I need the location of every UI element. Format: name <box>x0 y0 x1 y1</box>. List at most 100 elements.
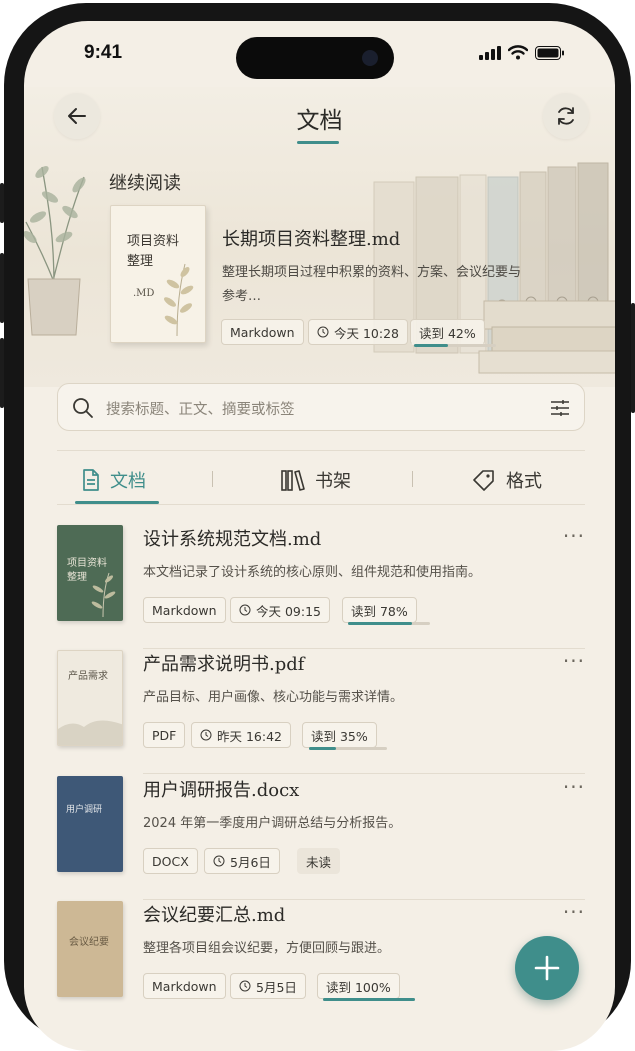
row-divider <box>143 899 585 900</box>
continue-reading-description: 整理长期项目过程中积累的资料、方案、会议纪要与参考… <box>222 265 522 304</box>
tag-icon <box>473 470 494 491</box>
format-chip: DOCX <box>143 848 198 874</box>
tab-label: 格式 <box>506 471 542 492</box>
clock-icon <box>239 604 251 616</box>
status-label: 读到 100% <box>326 979 391 995</box>
format-chip: PDF <box>143 722 186 748</box>
tab-separator <box>412 471 413 487</box>
document-description: 2024 年第一季度用户调研总结与分析报告。 <box>143 816 402 831</box>
progress-fill <box>348 622 412 625</box>
add-document-button[interactable] <box>515 936 579 1000</box>
format-label: Markdown <box>152 602 217 618</box>
progress-chip: 读到 78% <box>342 597 417 623</box>
plus-icon <box>534 955 560 981</box>
more-options-button[interactable]: ··· <box>563 902 585 922</box>
list-item[interactable]: 项目资料 整理 设计系统规范文档.md 本文档记录了设计系统的核心原则、组件规范… <box>57 525 585 649</box>
status-label: 读到 35% <box>311 728 368 744</box>
power-button <box>631 303 635 413</box>
thumbnail-text: 用户调研 <box>66 805 103 815</box>
time-label: 昨天 16:42 <box>217 728 282 744</box>
camera-icon <box>362 50 378 66</box>
dynamic-island <box>236 37 394 79</box>
time-label: 5月6日 <box>230 854 271 870</box>
clock-icon <box>317 326 329 338</box>
tab-label: 书架 <box>315 471 351 492</box>
time-chip: 5月6日 <box>204 848 280 874</box>
title-underline <box>297 141 339 144</box>
continue-reading-title: 继续阅读 <box>109 173 181 194</box>
status-icons <box>479 45 565 60</box>
bookshelf-icon <box>281 470 305 491</box>
tab-formats[interactable]: 格式 <box>472 465 542 495</box>
progress-chip: 读到 42% <box>410 319 485 345</box>
leaf-illustration <box>164 263 194 337</box>
list-item[interactable]: 产品需求 产品需求说明书.pdf 产品目标、用户画像、核心功能与需求详情。 ··… <box>57 650 585 774</box>
status-time: 9:41 <box>84 42 123 63</box>
search-input[interactable]: 搜索标题、正文、摘要或标签 <box>57 383 585 431</box>
format-chip: Markdown <box>143 973 226 999</box>
list-item[interactable]: 用户调研 用户调研报告.docx 2024 年第一季度用户调研总结与分析报告。 … <box>57 776 585 900</box>
clock-icon <box>200 729 212 741</box>
continue-progress-fill <box>414 344 449 347</box>
divider <box>57 504 585 505</box>
status-label: 读到 78% <box>351 603 408 619</box>
document-description: 本文档记录了设计系统的核心原则、组件规范和使用指南。 <box>143 565 482 580</box>
format-chip: Markdown <box>143 597 226 623</box>
continue-reading-doc-title[interactable]: 长期项目资料整理.md <box>222 225 400 251</box>
progress-bar <box>348 622 430 625</box>
document-title: 会议纪要汇总.md <box>143 905 286 926</box>
tab-bookshelf[interactable]: 书架 <box>281 465 351 495</box>
phone-frame: 9:41 文档 继续阅读 项目资料整理 .MD 长期项目资料整理.md 整理长期… <box>0 3 635 1051</box>
document-thumbnail: 项目资料 整理 <box>57 525 123 621</box>
tab-label: 文档 <box>110 471 146 492</box>
time-label: 今天 09:15 <box>256 603 321 619</box>
time-chip: 今天 10:28 <box>308 319 408 345</box>
clock-icon <box>239 980 251 992</box>
document-title: 用户调研报告.docx <box>143 780 300 801</box>
more-options-button[interactable]: ··· <box>563 526 585 546</box>
document-thumbnail: 用户调研 <box>57 776 123 872</box>
status-bar: 9:41 <box>24 21 615 87</box>
continue-reading-cover[interactable]: 项目资料整理 .MD <box>110 205 206 343</box>
progress-bar <box>309 747 387 750</box>
divider <box>57 450 585 451</box>
format-label: DOCX <box>152 853 189 869</box>
list-item[interactable]: 会议纪要 会议纪要汇总.md 整理各项目组会议纪要，方便回顾与跟进。 ··· M… <box>57 901 585 1025</box>
tab-documents[interactable]: 文档 <box>82 465 146 495</box>
mute-switch <box>0 183 4 223</box>
leaf-illustration <box>91 572 116 618</box>
progress-chip: 读到 35% <box>302 722 377 748</box>
filter-icon[interactable] <box>550 399 570 417</box>
thumbnail-text: 会议纪要 <box>69 937 109 948</box>
document-thumbnail: 会议纪要 <box>57 901 123 997</box>
row-divider <box>143 648 585 649</box>
clock-icon <box>213 855 225 867</box>
volume-up-button <box>0 253 4 323</box>
progress-label: 读到 42% <box>419 325 476 341</box>
document-description: 整理各项目组会议纪要，方便回顾与跟进。 <box>143 941 391 956</box>
progress-bar <box>323 998 415 1001</box>
time-chip: 5月5日 <box>230 973 306 999</box>
continue-progress-bar <box>414 344 496 347</box>
document-thumbnail: 产品需求 <box>57 650 123 746</box>
battery-icon <box>535 45 564 60</box>
document-icon <box>83 469 99 491</box>
format-chip: Markdown <box>221 319 304 345</box>
format-label: PDF <box>152 727 177 743</box>
time-label: 5月5日 <box>256 979 297 995</box>
search-icon <box>73 398 93 418</box>
progress-fill <box>309 747 337 750</box>
wifi-icon <box>508 45 528 60</box>
format-label: Markdown <box>230 324 295 340</box>
volume-down-button <box>0 338 4 408</box>
progress-fill <box>323 998 415 1001</box>
unread-badge: 未读 <box>297 848 341 874</box>
row-divider <box>143 773 585 774</box>
signal-icon <box>479 45 501 60</box>
more-options-button[interactable]: ··· <box>563 651 585 671</box>
search-placeholder: 搜索标题、正文、摘要或标签 <box>106 402 295 418</box>
mountain-illustration <box>58 720 122 745</box>
more-options-button[interactable]: ··· <box>563 777 585 797</box>
refresh-button[interactable] <box>543 93 589 139</box>
time-label: 今天 10:28 <box>334 325 399 341</box>
